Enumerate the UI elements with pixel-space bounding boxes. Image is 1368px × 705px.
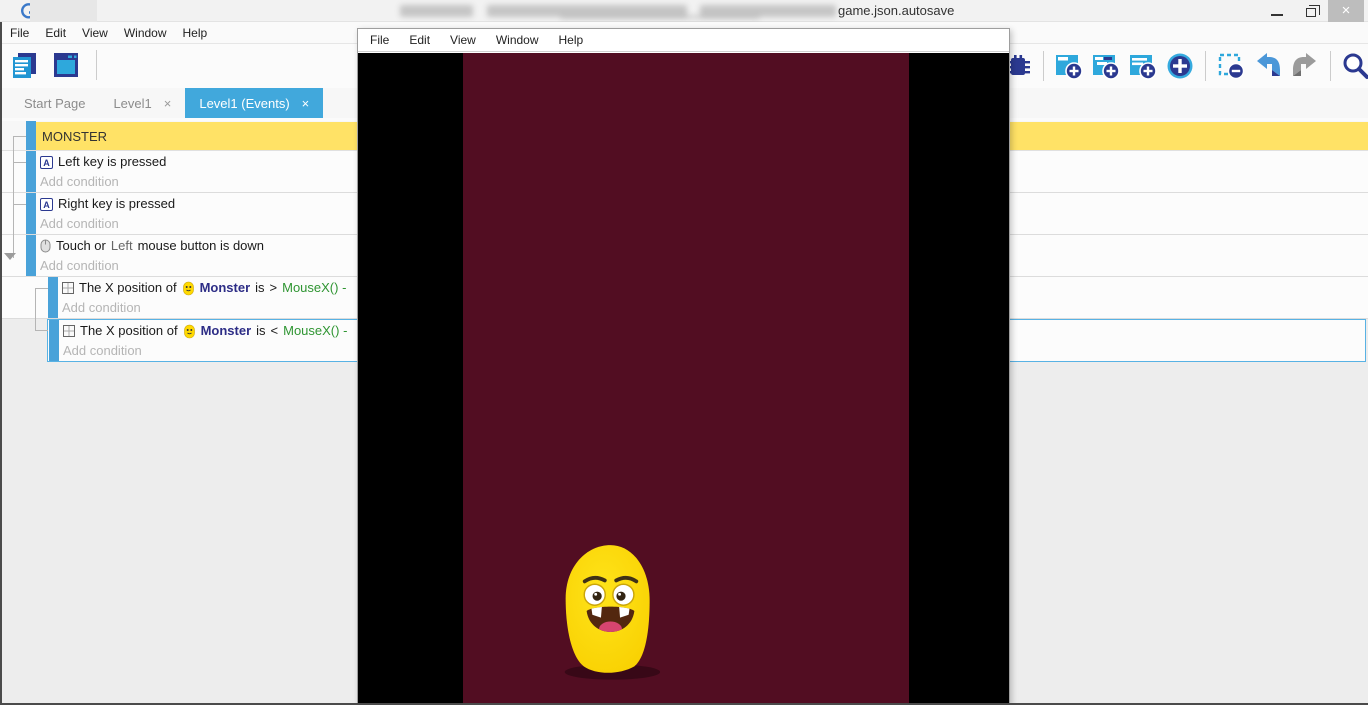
toolbar-separator	[1330, 51, 1331, 81]
game-canvas[interactable]	[358, 53, 1009, 704]
preview-menu-file[interactable]: File	[370, 33, 389, 47]
condition-operator: >	[270, 277, 278, 299]
preview-menu-edit[interactable]: Edit	[409, 33, 430, 47]
restore-icon	[1306, 8, 1316, 17]
redacted-region	[30, 0, 97, 22]
menu-file[interactable]: File	[8, 26, 39, 40]
title-bar: game.json.autosave ×	[0, 0, 1368, 22]
redacted-title-text	[560, 14, 760, 20]
preview-menu-help[interactable]: Help	[559, 33, 584, 47]
tree-line	[35, 288, 48, 289]
undo-icon[interactable]	[1252, 50, 1284, 82]
condition-operator: <	[271, 320, 279, 342]
menu-view[interactable]: View	[80, 26, 118, 40]
add-circle-icon[interactable]	[1164, 50, 1196, 82]
tab-close-icon[interactable]: ×	[164, 96, 172, 111]
tree-line	[13, 136, 26, 137]
object-name: Monster	[200, 277, 251, 299]
tab-label: Level1	[113, 96, 151, 111]
redo-icon[interactable]	[1289, 50, 1321, 82]
toolbar-separator	[1043, 51, 1044, 81]
tab-close-icon[interactable]: ×	[302, 96, 310, 111]
events-sheet-icon[interactable]	[8, 49, 40, 81]
toolbar-separator	[96, 50, 97, 80]
condition-expression: MouseX() -	[282, 277, 346, 299]
close-button[interactable]: ×	[1328, 0, 1364, 22]
delete-event-icon[interactable]	[1215, 50, 1247, 82]
menu-window[interactable]: Window	[122, 26, 177, 40]
tab-label: Level1 (Events)	[199, 96, 289, 111]
position-icon	[63, 325, 75, 337]
condition-text: The X position of	[79, 277, 177, 299]
event-color-bar	[49, 320, 59, 361]
mouse-icon	[40, 239, 51, 253]
restore-button[interactable]	[1294, 0, 1328, 22]
preview-menu-bar: File Edit View Window Help	[358, 29, 1009, 52]
event-color-bar	[26, 121, 36, 150]
condition-text: Right key is pressed	[58, 193, 175, 215]
condition-text: The X position of	[80, 320, 178, 342]
condition-param: Left	[111, 235, 133, 257]
add-comment-icon[interactable]	[1127, 50, 1159, 82]
toolbar-separator	[1205, 51, 1206, 81]
collapse-arrow-icon[interactable]	[4, 253, 16, 260]
event-group-label: MONSTER	[42, 129, 107, 144]
condition-text: is	[255, 277, 264, 299]
event-color-bar	[26, 151, 36, 192]
tree-line	[13, 204, 26, 205]
svg-text:A: A	[43, 157, 50, 167]
tab-start-page[interactable]: Start Page	[10, 88, 99, 118]
scene-window-icon[interactable]	[50, 49, 82, 81]
tree-line	[13, 162, 26, 163]
add-event-icon[interactable]	[1053, 50, 1085, 82]
minimize-button[interactable]	[1260, 0, 1294, 22]
monster-object-icon	[183, 324, 196, 339]
window-frame-edge	[0, 22, 2, 705]
condition-text: Left key is pressed	[58, 151, 166, 173]
keyboard-key-icon: A	[40, 198, 53, 211]
minimize-icon	[1271, 14, 1283, 16]
search-icon[interactable]	[1340, 50, 1368, 82]
game-preview-window: File Edit View Window Help	[357, 28, 1010, 705]
tab-label: Start Page	[24, 96, 85, 111]
svg-text:A: A	[43, 199, 50, 209]
menu-help[interactable]: Help	[181, 26, 218, 40]
tab-level1[interactable]: Level1 ×	[99, 88, 185, 118]
tab-level1-events[interactable]: Level1 (Events) ×	[185, 88, 323, 118]
condition-text: mouse button is down	[138, 235, 264, 257]
event-color-bar	[48, 277, 58, 318]
game-scene-background	[463, 53, 909, 704]
add-subevent-icon[interactable]	[1090, 50, 1122, 82]
object-name: Monster	[201, 320, 252, 342]
menu-edit[interactable]: Edit	[43, 26, 76, 40]
tree-line	[35, 330, 48, 331]
redacted-title-text	[400, 5, 473, 17]
window-title: game.json.autosave	[838, 3, 954, 18]
condition-text: Touch or	[56, 235, 106, 257]
monster-sprite	[558, 535, 663, 685]
tree-line	[35, 288, 36, 331]
keyboard-key-icon: A	[40, 156, 53, 169]
position-icon	[62, 282, 74, 294]
preview-menu-window[interactable]: Window	[496, 33, 539, 47]
preview-menu-view[interactable]: View	[450, 33, 476, 47]
condition-expression: MouseX() -	[283, 320, 347, 342]
monster-object-icon	[182, 281, 195, 296]
event-color-bar	[26, 193, 36, 234]
tree-line	[13, 136, 14, 258]
event-color-bar	[26, 235, 36, 276]
condition-text: is	[256, 320, 265, 342]
